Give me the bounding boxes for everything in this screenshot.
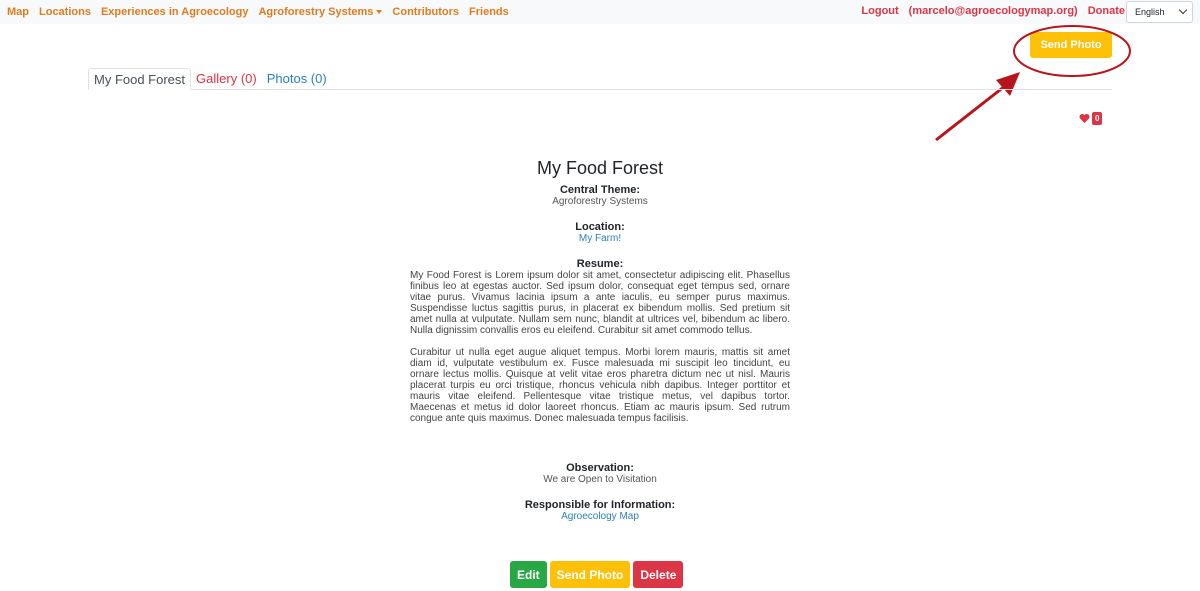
page-title: My Food Forest: [536, 158, 664, 178]
nav-link-map[interactable]: Map: [7, 6, 29, 18]
caret-down-icon: [376, 10, 383, 15]
action-buttons: Edit Send Photo Delete: [510, 561, 686, 588]
responsible-link[interactable]: Agroecology Map: [410, 511, 790, 522]
nav-link-agroforestry[interactable]: Agroforestry Systems: [258, 6, 383, 18]
nav-link-friends[interactable]: Friends: [469, 6, 509, 18]
donate-link[interactable]: Donate: [1088, 5, 1125, 17]
delete-button[interactable]: Delete: [633, 561, 684, 588]
language-select-value: English: [1135, 7, 1165, 17]
tab-gallery[interactable]: Gallery (0): [191, 68, 262, 90]
responsible-label: Responsible for Information:: [524, 499, 676, 511]
tab-my-food-forest[interactable]: My Food Forest: [88, 68, 192, 90]
like-count-badge: 0: [1092, 112, 1103, 125]
resume-label: Resume:: [576, 258, 624, 270]
tab-bar: My Food Forest Gallery (0) Photos (0): [88, 68, 1112, 90]
edit-button[interactable]: Edit: [510, 561, 547, 588]
theme-value: Agroforestry Systems: [552, 196, 648, 207]
logout-link[interactable]: Logout: [861, 5, 898, 17]
location-label: Location:: [575, 221, 625, 233]
like-control[interactable]: 0: [1079, 112, 1103, 125]
theme-label: Central Theme:: [559, 184, 641, 196]
nav-user-links: Logout (marcelo@agroecologymap.org) Dona…: [851, 5, 1125, 17]
detail-panel: My Food Forest Central Theme: Agroforest…: [410, 158, 790, 522]
annotation-arrow-shaft: [935, 84, 1006, 142]
observation-value: We are Open to Visitation: [543, 474, 657, 485]
heart-icon: [1079, 114, 1090, 124]
language-select[interactable]: English: [1126, 1, 1193, 23]
tab-photos[interactable]: Photos (0): [262, 68, 332, 90]
nav-link-experiences[interactable]: Experiences in Agroecology: [101, 6, 249, 18]
chevron-down-icon: [1178, 5, 1188, 15]
nav-link-contributors[interactable]: Contributors: [392, 6, 459, 18]
nav-link-agroforestry-label: Agroforestry Systems: [258, 6, 374, 18]
resume-paragraph-2: Curabitur ut nulla eget augue aliquet te…: [410, 347, 790, 424]
top-navbar: Map Locations Experiences in Agroecology…: [0, 0, 1200, 24]
nav-link-locations[interactable]: Locations: [39, 6, 91, 18]
send-photo-top-button[interactable]: Send Photo: [1030, 32, 1112, 58]
nav-links: Map Locations Experiences in Agroecology…: [7, 6, 519, 18]
user-email-link[interactable]: (marcelo@agroecologymap.org): [909, 5, 1078, 17]
observation-label: Observation:: [566, 462, 634, 474]
send-photo-button[interactable]: Send Photo: [549, 561, 631, 588]
location-link[interactable]: My Farm!: [410, 233, 790, 244]
resume-paragraph-1: My Food Forest is Lorem ipsum dolor sit …: [410, 270, 790, 336]
